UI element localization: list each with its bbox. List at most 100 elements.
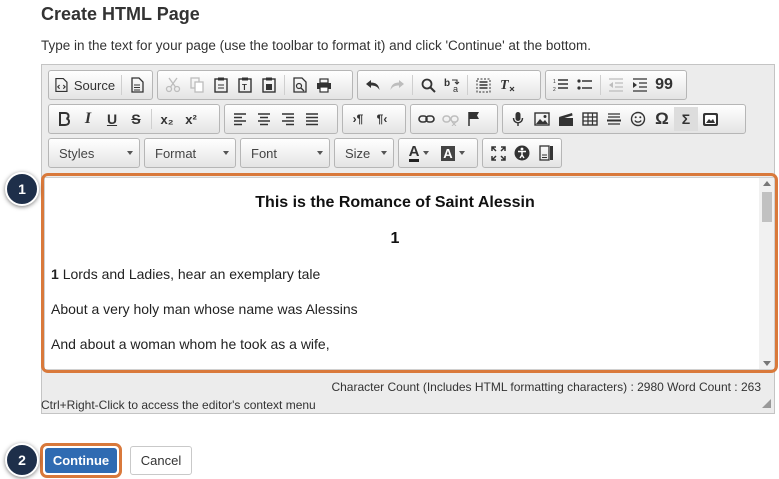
image-icon: [534, 112, 550, 126]
anchor-button[interactable]: [462, 107, 486, 131]
indent-icon: [633, 78, 647, 92]
image-button[interactable]: [530, 107, 554, 131]
document-line-3: And about a woman whom he took as a wife…: [51, 336, 330, 352]
text-direction-ltr-button[interactable]: ›¶: [346, 107, 370, 131]
chevron-down-icon: [458, 151, 465, 155]
paste-word-icon: [262, 77, 276, 93]
film-clapper-icon: [559, 112, 573, 126]
sigma-icon: Σ: [681, 111, 691, 127]
svg-text:a: a: [453, 84, 458, 93]
align-right-button[interactable]: [276, 107, 300, 131]
toolbar-divider: [412, 75, 413, 95]
toolbar-divider: [600, 75, 601, 95]
table-button[interactable]: [578, 107, 602, 131]
movie-button[interactable]: [554, 107, 578, 131]
preview-icon: [293, 77, 307, 93]
numbered-list-button[interactable]: 12: [549, 73, 573, 97]
link-button[interactable]: [414, 107, 438, 131]
undo-button[interactable]: [361, 73, 385, 97]
page-instructions: Type in the text for your page (use the …: [41, 38, 591, 53]
scrollbar-thumb[interactable]: [762, 192, 772, 222]
outdent-button[interactable]: [604, 73, 628, 97]
svg-text:2: 2: [553, 87, 556, 92]
scroll-up-arrow-icon[interactable]: [763, 181, 771, 186]
toolbar-group-tools: [482, 138, 562, 168]
unlink-button[interactable]: [438, 107, 462, 131]
toolbar-group-direction: ›¶ ¶‹: [342, 104, 406, 134]
link-icon: [417, 115, 435, 123]
continue-button[interactable]: Continue: [40, 443, 122, 478]
chevron-down-icon: [423, 151, 430, 155]
content-scrollbar[interactable]: [759, 178, 774, 369]
background-color-button[interactable]: A: [436, 141, 470, 165]
flag-icon: [468, 112, 479, 126]
source-button[interactable]: Source: [52, 73, 118, 97]
toolbar-group-links: [410, 104, 498, 134]
replace-button[interactable]: ba: [440, 73, 464, 97]
format-label: Format: [155, 145, 197, 161]
ltr-icon: ›¶: [352, 112, 364, 126]
size-dropdown[interactable]: Size: [334, 138, 394, 168]
indent-button[interactable]: [628, 73, 652, 97]
source-label: Source: [73, 77, 116, 93]
math-button[interactable]: Σ: [674, 107, 698, 131]
toolbar-group-colors: A A: [398, 138, 478, 168]
underline-button[interactable]: U: [100, 107, 124, 131]
line-text: Lords and Ladies, hear an exemplary tale: [62, 266, 321, 282]
font-dropdown[interactable]: Font: [240, 138, 330, 168]
continue-label: Continue: [45, 448, 117, 473]
format-dropdown[interactable]: Format: [144, 138, 236, 168]
clipboard-icon: [214, 77, 228, 93]
special-char-button[interactable]: Ω: [650, 107, 674, 131]
bold-icon: [59, 112, 70, 126]
cut-button[interactable]: [161, 73, 185, 97]
undo-icon: [366, 80, 380, 90]
align-left-button[interactable]: [228, 107, 252, 131]
line-number: 1: [51, 266, 59, 282]
superscript-button[interactable]: x²: [179, 107, 203, 131]
maximize-button[interactable]: [486, 141, 510, 165]
bulleted-list-button[interactable]: [573, 73, 597, 97]
toolbar-row-2: I U S x₂ x² ›¶ ¶‹ Ω Σ: [48, 104, 746, 134]
italic-button[interactable]: I: [76, 107, 100, 131]
smiley-button[interactable]: [626, 107, 650, 131]
subscript-button[interactable]: x₂: [155, 107, 179, 131]
embed-media-button[interactable]: [698, 107, 722, 131]
remove-format-button[interactable]: T: [495, 73, 519, 97]
align-center-button[interactable]: [252, 107, 276, 131]
scroll-down-arrow-icon[interactable]: [763, 361, 771, 366]
audio-recorder-button[interactable]: [506, 107, 530, 131]
quote-icon: 99: [655, 76, 673, 93]
redo-button[interactable]: [385, 73, 409, 97]
paste-word-button[interactable]: [257, 73, 281, 97]
paste-text-button[interactable]: T: [233, 73, 257, 97]
copy-button[interactable]: [185, 73, 209, 97]
page-title: Create HTML Page: [41, 4, 200, 24]
copy-icon: [189, 77, 204, 93]
preview-template-button[interactable]: [125, 73, 149, 97]
paste-button[interactable]: [209, 73, 233, 97]
blockquote-button[interactable]: 99: [652, 73, 676, 97]
select-all-button[interactable]: [471, 73, 495, 97]
find-button[interactable]: [416, 73, 440, 97]
justify-button[interactable]: [300, 107, 324, 131]
align-center-icon: [258, 112, 270, 125]
text-direction-rtl-button[interactable]: ¶‹: [370, 107, 394, 131]
bold-button[interactable]: [52, 107, 76, 131]
preview-button[interactable]: [288, 73, 312, 97]
document-heading: This is the Romance of Saint Alessin: [255, 194, 535, 211]
print-button[interactable]: [312, 73, 336, 97]
unlink-icon: [441, 115, 459, 126]
styles-dropdown[interactable]: Styles: [48, 138, 140, 168]
accessibility-checker-button[interactable]: [510, 141, 534, 165]
show-blocks-button[interactable]: [534, 141, 558, 165]
resize-grip-icon[interactable]: [762, 399, 771, 408]
cancel-button[interactable]: Cancel: [130, 446, 192, 475]
strikethrough-button[interactable]: S: [124, 107, 148, 131]
text-color-button[interactable]: A: [402, 141, 436, 165]
editor-content-area[interactable]: This is the Romance of Saint Alessin 1 1…: [44, 177, 775, 370]
printer-icon: [317, 77, 331, 93]
justify-icon: [306, 112, 318, 125]
horizontal-rule-button[interactable]: [602, 107, 626, 131]
show-blocks-icon: [538, 145, 553, 161]
